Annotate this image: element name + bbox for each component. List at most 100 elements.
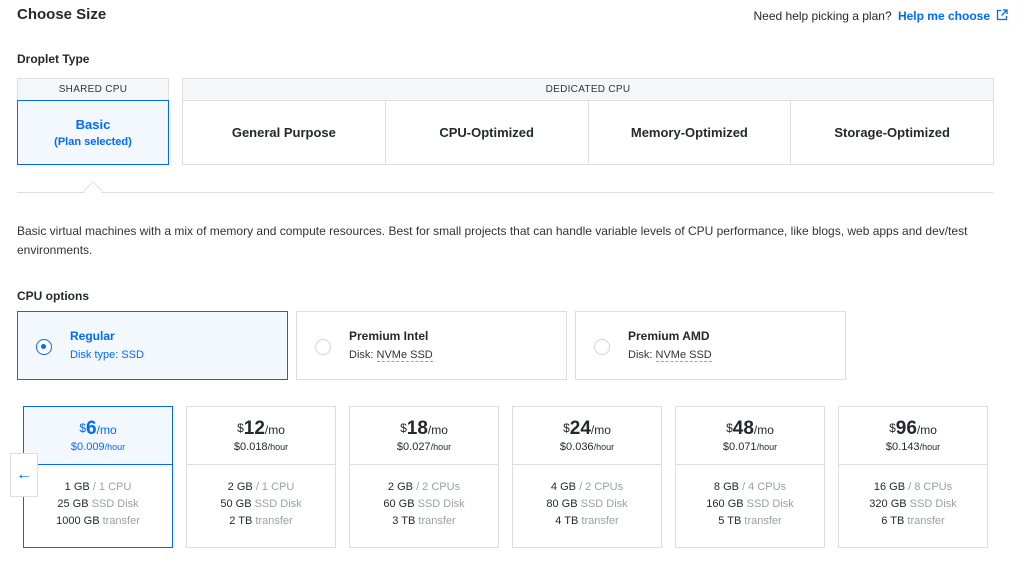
tab-storage-optimized[interactable]: Storage-Optimized [791, 101, 993, 164]
disk-value: 60 GB [383, 498, 415, 510]
hourly-amount: $0.143 [885, 441, 920, 453]
plan-disk: 60 GB SSD Disk [350, 496, 498, 513]
disk-value: 25 GB [57, 498, 89, 510]
tab-basic-label: Basic [75, 117, 111, 132]
memory-value: 16 GB [873, 481, 906, 493]
hourly-unit: /hour [919, 442, 941, 452]
disk-type-tooltip[interactable]: NVMe SSD [655, 349, 712, 362]
hourly-unit: /hour [756, 442, 778, 452]
cpu-option-premium-intel[interactable]: Premium Intel Disk: NVMe SSD [296, 311, 567, 380]
disk-unit: SSD Disk [91, 498, 139, 510]
disk-unit: SSD Disk [580, 498, 628, 510]
disk-value: 50 GB [220, 498, 252, 510]
plan-card[interactable]: $48/mo $0.071/hour 8 GB / 4 CPUs 160 GB SSD… [675, 406, 825, 548]
hourly-amount: $0.027 [396, 441, 431, 453]
plan-disk: 80 GB SSD Disk [513, 496, 661, 513]
plan-monthly-price: $48/mo [676, 407, 824, 440]
price-period: /mo [96, 423, 117, 437]
tab-memory-optimized[interactable]: Memory-Optimized [589, 101, 792, 164]
plan-memory-cpu: 2 GB / 2 CPUs [350, 479, 498, 496]
plan-monthly-price: $18/mo [350, 407, 498, 440]
plan-card[interactable]: $96/mo $0.143/hour 16 GB / 8 CPUs 320 GB SS… [838, 406, 988, 548]
plan-card[interactable]: $18/mo $0.027/hour 2 GB / 2 CPUs 60 GB SSD … [349, 406, 499, 548]
disk-value: 80 GB [546, 498, 578, 510]
radio-unselected-icon[interactable] [594, 339, 610, 355]
radio-selected-icon[interactable] [36, 339, 52, 355]
dedicated-cpu-header: DEDICATED CPU [182, 78, 994, 100]
help-text: Need help picking a plan? Help me choose [754, 9, 990, 23]
radio-unselected-icon[interactable] [315, 339, 331, 355]
tab-general-purpose[interactable]: General Purpose [183, 101, 386, 164]
plan-hourly-price: $0.009/hour [24, 441, 172, 453]
cpu-option-name: Premium Intel [349, 329, 429, 343]
disk-unit: SSD Disk [746, 498, 794, 510]
transfer-unit: transfer [581, 515, 619, 527]
shared-cpu-header-text: SHARED CPU [58, 84, 128, 95]
scroll-left-button[interactable]: ← [10, 453, 38, 497]
disk-type-tooltip[interactable]: NVMe SSD [376, 349, 433, 362]
plan-transfer: 5 TB transfer [676, 513, 824, 530]
plan-hourly-price: $0.143/hour [839, 441, 987, 453]
plan-transfer: 1000 GB transfer [24, 513, 172, 530]
plan-price: $12/mo $0.018/hour [187, 407, 335, 465]
shared-cpu-header: SHARED CPU [17, 78, 169, 100]
plan-price: $24/mo $0.036/hour [513, 407, 661, 465]
plan-card[interactable]: $6/mo $0.009/hour 1 GB / 1 CPU 25 GB SSD Di… [23, 406, 173, 548]
price-amount: 48 [732, 418, 754, 439]
plan-monthly-price: $6/mo [24, 407, 172, 440]
price-period: /mo [753, 423, 774, 437]
disk-value: 320 GB [869, 498, 907, 510]
help-prompt: Need help picking a plan? [753, 9, 892, 23]
plan-price: $96/mo $0.143/hour [839, 407, 987, 465]
cpu-value: / 2 CPUs [579, 481, 624, 493]
transfer-unit: transfer [102, 515, 140, 527]
cpu-option-disk: Disk: NVMe SSD [349, 349, 433, 362]
currency-symbol: $ [563, 421, 570, 435]
disk-unit: SSD Disk [417, 498, 465, 510]
transfer-value: 5 TB [718, 515, 742, 527]
transfer-value: 2 TB [229, 515, 253, 527]
cpu-option-name: Regular [70, 329, 115, 343]
cpu-option-premium-amd[interactable]: Premium AMD Disk: NVMe SSD [575, 311, 846, 380]
plan-transfer: 2 TB transfer [187, 513, 335, 530]
transfer-value: 4 TB [555, 515, 579, 527]
page-title: Choose Size [17, 6, 107, 23]
plan-specs: 2 GB / 2 CPUs 60 GB SSD Disk 3 TB transfer [350, 465, 498, 530]
disk-unit: SSD Disk [909, 498, 957, 510]
tab-cpu-optimized[interactable]: CPU-Optimized [386, 101, 589, 164]
cpu-value: / 4 CPUs [742, 481, 787, 493]
transfer-unit: transfer [907, 515, 945, 527]
hourly-unit: /hour [430, 442, 452, 452]
cpu-options-label: CPU options [17, 289, 89, 303]
transfer-value: 3 TB [392, 515, 416, 527]
cpu-value: / 8 CPUs [908, 481, 953, 493]
disk-prefix: Disk: [349, 349, 374, 361]
plan-card[interactable]: $24/mo $0.036/hour 4 GB / 2 CPUs 80 GB SSD … [512, 406, 662, 548]
disk-prefix: Disk type: SSD [70, 349, 144, 361]
plan-hourly-price: $0.018/hour [187, 441, 335, 453]
memory-value: 8 GB [713, 481, 739, 493]
hourly-amount: $0.071 [722, 441, 757, 453]
arrow-left-icon: ← [16, 466, 32, 483]
section-divider [17, 192, 993, 193]
plan-card[interactable]: $12/mo $0.018/hour 2 GB / 1 CPU 50 GB SSD D… [186, 406, 336, 548]
cpu-option-name: Premium AMD [628, 329, 710, 343]
plan-price: $48/mo $0.071/hour [676, 407, 824, 465]
plan-transfer: 3 TB transfer [350, 513, 498, 530]
plan-specs: 2 GB / 1 CPU 50 GB SSD Disk 2 TB transfer [187, 465, 335, 530]
cpu-option-regular[interactable]: Regular Disk type: SSD [17, 311, 288, 380]
dedicated-cpu-tabs: General Purpose CPU-Optimized Memory-Opt… [182, 100, 994, 165]
plan-memory-cpu: 8 GB / 4 CPUs [676, 479, 824, 496]
tab-basic-status: (Plan selected) [54, 136, 132, 148]
tab-basic[interactable]: Basic (Plan selected) [17, 100, 169, 165]
plan-disk: 320 GB SSD Disk [839, 496, 987, 513]
hourly-amount: $0.009 [70, 441, 105, 453]
disk-value: 160 GB [706, 498, 744, 510]
transfer-value: 1000 GB [56, 515, 100, 527]
price-amount: 24 [569, 418, 591, 439]
selection-caret [83, 181, 103, 201]
plan-transfer: 4 TB transfer [513, 513, 661, 530]
external-link-icon[interactable] [996, 9, 1008, 21]
cpu-option-disk: Disk: NVMe SSD [628, 349, 712, 362]
help-me-choose-link[interactable]: Help me choose [898, 9, 990, 23]
